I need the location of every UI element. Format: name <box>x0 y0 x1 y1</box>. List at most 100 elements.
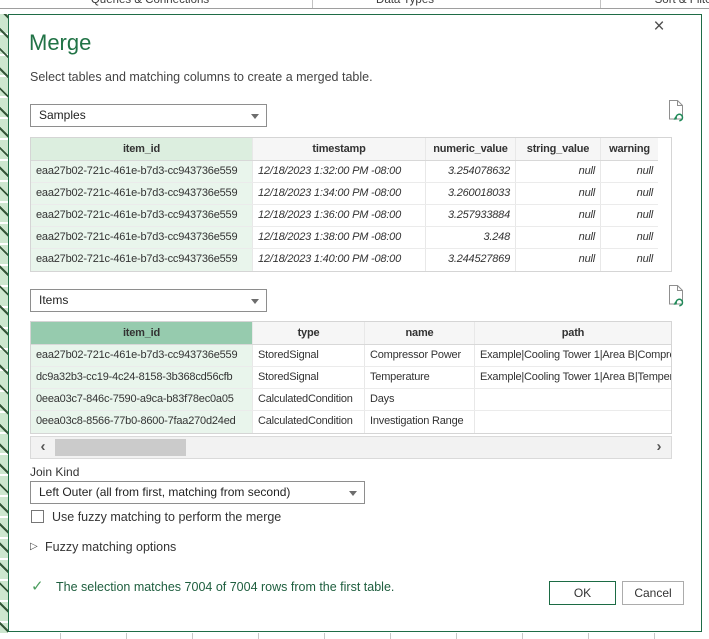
grid-line <box>324 633 325 639</box>
join-kind-label: Join Kind <box>30 465 79 479</box>
ribbon-strip: Queries & Connections Data Types Sort & … <box>0 0 709 14</box>
cell-timestamp: 12/18/2023 1:34:00 PM -08:00 <box>253 183 426 204</box>
ribbon-separator <box>312 0 313 8</box>
column-header-name[interactable]: name <box>365 322 475 344</box>
table-row: eaa27b02-721c-461e-b7d3-cc943736e559 12/… <box>31 227 658 249</box>
cell-timestamp: 12/18/2023 1:32:00 PM -08:00 <box>253 161 426 182</box>
refresh-preview-icon[interactable] <box>666 99 686 123</box>
cell-string-value: null <box>516 161 601 182</box>
horizontal-scrollbar[interactable]: ‹ › <box>30 436 672 459</box>
cell-path: Example|Cooling Tower 1|Area B|Compress <box>475 345 671 366</box>
cell-path <box>475 389 671 410</box>
cell-warning: null <box>601 183 658 204</box>
ribbon-group-sort-filter: Sort & Filter <box>645 0 709 6</box>
first-table-select-value: Samples <box>39 108 86 122</box>
scroll-left-icon[interactable]: ‹ <box>34 437 52 458</box>
worksheet-edge-pattern <box>0 14 8 633</box>
cell-name: Days <box>365 389 475 410</box>
cell-item-id: dc9a32b3-cc19-4c24-8158-3b368cd56cfb <box>31 367 253 388</box>
refresh-preview-icon[interactable] <box>666 284 686 308</box>
cell-item-id: eaa27b02-721c-461e-b7d3-cc943736e559 <box>31 183 253 204</box>
cell-string-value: null <box>516 205 601 226</box>
grid-line <box>258 633 259 639</box>
ribbon-group-data-types: Data Types <box>330 0 480 6</box>
chevron-down-icon <box>251 114 259 119</box>
grid-line <box>654 633 655 639</box>
table-row: 0eea03c8-8566-77b0-8600-7faa270d24ed Cal… <box>31 411 671 433</box>
close-icon[interactable]: × <box>648 16 670 38</box>
status-message: The selection matches 7004 of 7004 rows … <box>56 580 394 594</box>
cell-item-id: 0eea03c8-8566-77b0-8600-7faa270d24ed <box>31 411 253 433</box>
grid-line <box>390 633 391 639</box>
cell-numeric-value: 3.257933884 <box>426 205 516 226</box>
cell-timestamp: 12/18/2023 1:36:00 PM -08:00 <box>253 205 426 226</box>
expander-triangle-icon[interactable]: ▷ <box>30 541 38 552</box>
chevron-down-icon <box>251 299 259 304</box>
ok-button[interactable]: OK <box>549 581 616 605</box>
column-header-timestamp[interactable]: timestamp <box>253 138 426 160</box>
join-kind-select[interactable]: Left Outer (all from first, matching fro… <box>30 481 365 504</box>
table-row: eaa27b02-721c-461e-b7d3-cc943736e559 12/… <box>31 183 658 205</box>
check-icon: ✓ <box>31 577 44 595</box>
cell-item-id: eaa27b02-721c-461e-b7d3-cc943736e559 <box>31 227 253 248</box>
cell-item-id: eaa27b02-721c-461e-b7d3-cc943736e559 <box>31 205 253 226</box>
ribbon-group-queries: Queries & Connections <box>40 0 260 6</box>
cell-numeric-value: 3.244527869 <box>426 249 516 271</box>
column-header-path[interactable]: path <box>475 322 671 344</box>
scroll-right-icon[interactable]: › <box>650 437 668 458</box>
first-table-select[interactable]: Samples <box>30 104 267 127</box>
cell-path <box>475 411 671 433</box>
grid-line <box>126 633 127 639</box>
cell-warning: null <box>601 227 658 248</box>
cell-string-value: null <box>516 227 601 248</box>
second-table-select-value: Items <box>39 293 68 307</box>
column-header-warning[interactable]: warning <box>601 138 658 160</box>
ribbon-separator <box>600 0 601 8</box>
grid-line <box>588 633 589 639</box>
cancel-button[interactable]: Cancel <box>622 581 684 605</box>
items-preview-table: item_id type name path eaa27b02-721c-461… <box>30 321 672 434</box>
column-header-item-id[interactable]: item_id <box>31 138 253 160</box>
grid-line <box>192 633 193 639</box>
grid-line <box>522 633 523 639</box>
items-header-row: item_id type name path <box>31 322 671 345</box>
ribbon-bottom-border <box>0 8 709 9</box>
cell-path: Example|Cooling Tower 1|Area B|Temperat <box>475 367 671 388</box>
dialog-title: Merge <box>29 30 91 56</box>
table-row: eaa27b02-721c-461e-b7d3-cc943736e559 Sto… <box>31 345 671 367</box>
cell-name: Temperature <box>365 367 475 388</box>
table-row: eaa27b02-721c-461e-b7d3-cc943736e559 12/… <box>31 205 658 227</box>
cell-timestamp: 12/18/2023 1:40:00 PM -08:00 <box>253 249 426 271</box>
column-header-type[interactable]: type <box>253 322 365 344</box>
cell-item-id: eaa27b02-721c-461e-b7d3-cc943736e559 <box>31 345 253 366</box>
table-row: dc9a32b3-cc19-4c24-8158-3b368cd56cfb Sto… <box>31 367 671 389</box>
cell-warning: null <box>601 161 658 182</box>
cell-string-value: null <box>516 249 601 271</box>
cell-name: Compressor Power <box>365 345 475 366</box>
second-table-select[interactable]: Items <box>30 289 267 312</box>
scrollbar-thumb[interactable] <box>55 439 186 456</box>
column-header-numeric-value[interactable]: numeric_value <box>426 138 516 160</box>
cell-string-value: null <box>516 183 601 204</box>
cell-numeric-value: 3.254078632 <box>426 161 516 182</box>
column-header-item-id[interactable]: item_id <box>31 322 253 344</box>
table-row: 0eea03c7-846c-7590-a9ca-b83f78ec0a05 Cal… <box>31 389 671 411</box>
cell-type: CalculatedCondition <box>253 411 365 433</box>
table-row: eaa27b02-721c-461e-b7d3-cc943736e559 12/… <box>31 249 658 271</box>
cell-item-id: eaa27b02-721c-461e-b7d3-cc943736e559 <box>31 249 253 271</box>
cell-warning: null <box>601 249 658 271</box>
grid-line <box>60 633 61 639</box>
fuzzy-matching-checkbox[interactable] <box>31 510 44 523</box>
fuzzy-matching-checkbox-label: Use fuzzy matching to perform the merge <box>52 510 281 524</box>
column-header-string-value[interactable]: string_value <box>516 138 601 160</box>
cell-type: StoredSignal <box>253 367 365 388</box>
cell-warning: null <box>601 205 658 226</box>
fuzzy-options-expander[interactable]: Fuzzy matching options <box>45 540 176 554</box>
join-kind-select-value: Left Outer (all from first, matching fro… <box>39 485 290 499</box>
chevron-down-icon <box>349 491 357 496</box>
cell-numeric-value: 3.248 <box>426 227 516 248</box>
grid-line <box>456 633 457 639</box>
cell-name: Investigation Range <box>365 411 475 433</box>
cell-numeric-value: 3.260018033 <box>426 183 516 204</box>
cell-item-id: 0eea03c7-846c-7590-a9ca-b83f78ec0a05 <box>31 389 253 410</box>
